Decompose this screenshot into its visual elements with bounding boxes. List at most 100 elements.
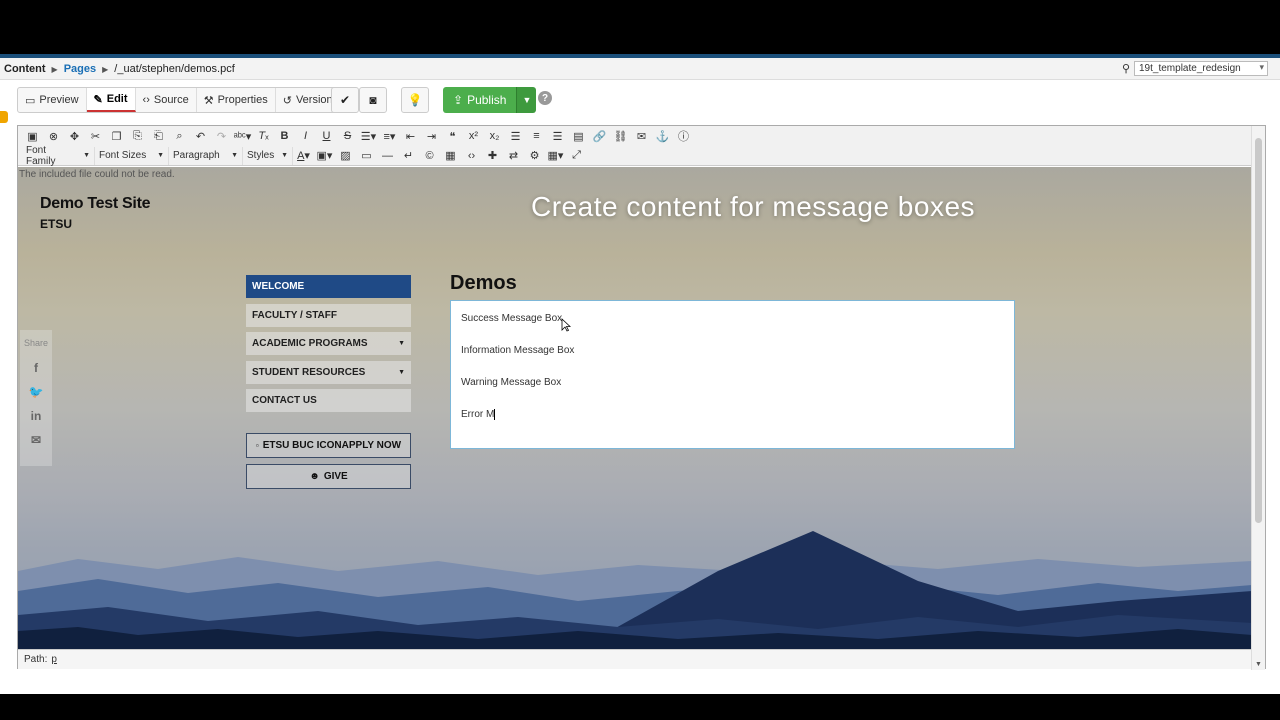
nav-item-label: FACULTY / STAFF bbox=[252, 309, 337, 321]
tab-label: Properties bbox=[217, 94, 268, 106]
share-label: Share bbox=[23, 338, 49, 348]
save-icon[interactable]: ▣ bbox=[22, 127, 43, 145]
text-color-icon[interactable]: A ▾ bbox=[293, 147, 314, 165]
breadcrumb: Content ▶ Pages ▶ /_uat/stephen/demos.pc… bbox=[4, 63, 235, 75]
styles-label: Styles bbox=[247, 150, 275, 161]
tab-preview[interactable]: ▭ Preview bbox=[18, 88, 87, 112]
media-icon[interactable]: ▭ bbox=[356, 147, 377, 165]
editor-canvas[interactable]: The included file could not be read. Dem… bbox=[18, 167, 1252, 649]
site-org: ETSU bbox=[40, 217, 73, 231]
align-left-icon[interactable]: ☰ bbox=[505, 127, 526, 145]
tips-button[interactable]: 💡 bbox=[401, 87, 429, 113]
tab-edit[interactable]: ✎ Edit bbox=[86, 88, 136, 112]
source-code-icon[interactable]: ‹› bbox=[461, 147, 482, 165]
italic-icon[interactable]: I bbox=[295, 127, 316, 145]
find-icon[interactable]: ⌕ bbox=[169, 127, 190, 145]
font-size-label: Font Sizes bbox=[99, 150, 147, 161]
monitor-icon: ▭ bbox=[25, 94, 36, 107]
component-icon[interactable]: ⚙ bbox=[524, 147, 545, 165]
message-line-error: Error M bbox=[461, 409, 1004, 441]
save-version-button[interactable]: ◙ bbox=[359, 87, 387, 113]
help-icon[interactable]: ⓘ bbox=[673, 127, 694, 145]
message-box-content[interactable]: Success Message Box Information Message … bbox=[450, 300, 1015, 449]
move-icon[interactable]: ✥ bbox=[64, 127, 85, 145]
nav-item-welcome[interactable]: WELCOME bbox=[246, 275, 411, 298]
linkedin-icon[interactable]: in bbox=[31, 404, 42, 428]
indent-icon[interactable]: ⇥ bbox=[421, 127, 442, 145]
cut-icon[interactable]: ✂ bbox=[85, 127, 106, 145]
superscript-icon[interactable]: x² bbox=[463, 127, 484, 145]
twitter-icon[interactable]: 🐦 bbox=[29, 380, 44, 404]
format-select[interactable]: Paragraph ▼ bbox=[169, 146, 243, 165]
numbered-list-icon[interactable]: ≡▾ bbox=[379, 127, 400, 145]
email-icon[interactable]: ✉ bbox=[31, 428, 41, 452]
clear-format-icon[interactable]: Tₓ bbox=[253, 127, 274, 145]
email-link-icon[interactable]: ✉ bbox=[631, 127, 652, 145]
nav-item-student-resources[interactable]: STUDENT RESOURCES ▼ bbox=[246, 360, 411, 384]
site-select[interactable]: 19t_template_redesign ▾ bbox=[1134, 61, 1268, 76]
spellcheck-icon[interactable]: ᵃᵇᶜ▾ bbox=[232, 127, 253, 145]
styles-select[interactable]: Styles ▼ bbox=[243, 146, 293, 165]
align-center-icon[interactable]: ≡ bbox=[526, 127, 547, 145]
path-element[interactable]: p bbox=[51, 654, 57, 665]
gadget-icon[interactable]: ⇄ bbox=[503, 147, 524, 165]
bold-icon[interactable]: B bbox=[274, 127, 295, 145]
subscript-icon[interactable]: x₂ bbox=[484, 127, 505, 145]
strikethrough-icon[interactable]: S bbox=[337, 127, 358, 145]
bullet-list-icon[interactable]: ☰▾ bbox=[358, 127, 379, 145]
nav-item-academic-programs[interactable]: ACADEMIC PROGRAMS ▼ bbox=[246, 332, 411, 355]
horizontal-rule-icon[interactable]: — bbox=[377, 147, 398, 165]
asset-icon[interactable]: ✚ bbox=[482, 147, 503, 165]
editor-scrollbar[interactable]: ▼ bbox=[1251, 126, 1265, 670]
pencil-icon: ✎ bbox=[93, 93, 103, 106]
notification-flag[interactable] bbox=[0, 111, 8, 123]
redo-icon[interactable]: ↷ bbox=[211, 127, 232, 145]
font-family-select[interactable]: Font Family ▼ bbox=[22, 145, 95, 167]
apply-now-label: ETSU BUC ICONAPPLY NOW bbox=[262, 440, 402, 451]
tab-source[interactable]: ‹› Source bbox=[136, 88, 197, 112]
caret-down-icon: ▼ bbox=[398, 368, 405, 376]
close-icon[interactable]: ⊗ bbox=[43, 127, 64, 145]
scrollbar-thumb[interactable] bbox=[1255, 138, 1262, 523]
special-char-icon[interactable]: © bbox=[419, 147, 440, 165]
font-size-select[interactable]: Font Sizes ▼ bbox=[95, 146, 169, 165]
unlink-icon[interactable]: ⛓ bbox=[610, 127, 631, 145]
nav-item-faculty-staff[interactable]: FACULTY / STAFF bbox=[246, 303, 411, 327]
blockquote-icon[interactable]: ❝ bbox=[442, 127, 463, 145]
paste-text-icon[interactable]: ⎗ bbox=[148, 127, 169, 145]
breadcrumb-content[interactable]: Content bbox=[4, 63, 46, 75]
paste-icon[interactable]: ⎘ bbox=[127, 127, 148, 145]
give-label: GIVE bbox=[323, 471, 348, 482]
underline-icon[interactable]: U bbox=[316, 127, 337, 145]
publish-button-group: ⇪ Publish ▼ bbox=[443, 87, 537, 113]
publish-options-button[interactable]: ▼ bbox=[516, 87, 537, 113]
link-icon[interactable]: 🔗 bbox=[589, 127, 610, 145]
give-button[interactable]: ☻ GIVE bbox=[246, 464, 411, 489]
check-button[interactable]: ✔ bbox=[331, 87, 359, 113]
breadcrumb-pages[interactable]: Pages bbox=[64, 63, 96, 75]
lightbulb-icon: 💡 bbox=[407, 93, 423, 107]
apply-now-button[interactable]: ▫ ETSU BUC ICONAPPLY NOW bbox=[246, 433, 411, 458]
nav-item-label: ACADEMIC PROGRAMS bbox=[252, 338, 368, 349]
help-icon[interactable]: ? bbox=[538, 91, 552, 105]
background-color-icon[interactable]: ▣▾ bbox=[314, 147, 335, 165]
line-break-icon[interactable]: ↵ bbox=[398, 147, 419, 165]
anchor-icon[interactable]: ⚓ bbox=[652, 127, 673, 145]
scroll-down-icon[interactable]: ▼ bbox=[1255, 661, 1262, 668]
page-heading: Demos bbox=[450, 272, 517, 294]
image-icon[interactable]: ▨ bbox=[335, 147, 356, 165]
undo-icon[interactable]: ↶ bbox=[190, 127, 211, 145]
facebook-icon[interactable]: f bbox=[34, 356, 38, 380]
message-line-success: Success Message Box bbox=[461, 313, 563, 324]
table-icon[interactable]: ▦▾ bbox=[545, 147, 566, 165]
publish-button[interactable]: ⇪ Publish bbox=[443, 87, 517, 113]
copy-icon[interactable]: ❐ bbox=[106, 127, 127, 145]
mouse-pointer-icon bbox=[561, 318, 571, 332]
align-right-icon[interactable]: ☰ bbox=[547, 127, 568, 145]
snippet-icon[interactable]: ▦ bbox=[440, 147, 461, 165]
nav-item-contact-us[interactable]: CONTACT US bbox=[246, 389, 411, 412]
justify-icon[interactable]: ▤ bbox=[568, 127, 589, 145]
tab-properties[interactable]: ⚒ Properties bbox=[197, 88, 276, 112]
fullscreen-icon[interactable]: ⤢ bbox=[566, 147, 587, 165]
outdent-icon[interactable]: ⇤ bbox=[400, 127, 421, 145]
